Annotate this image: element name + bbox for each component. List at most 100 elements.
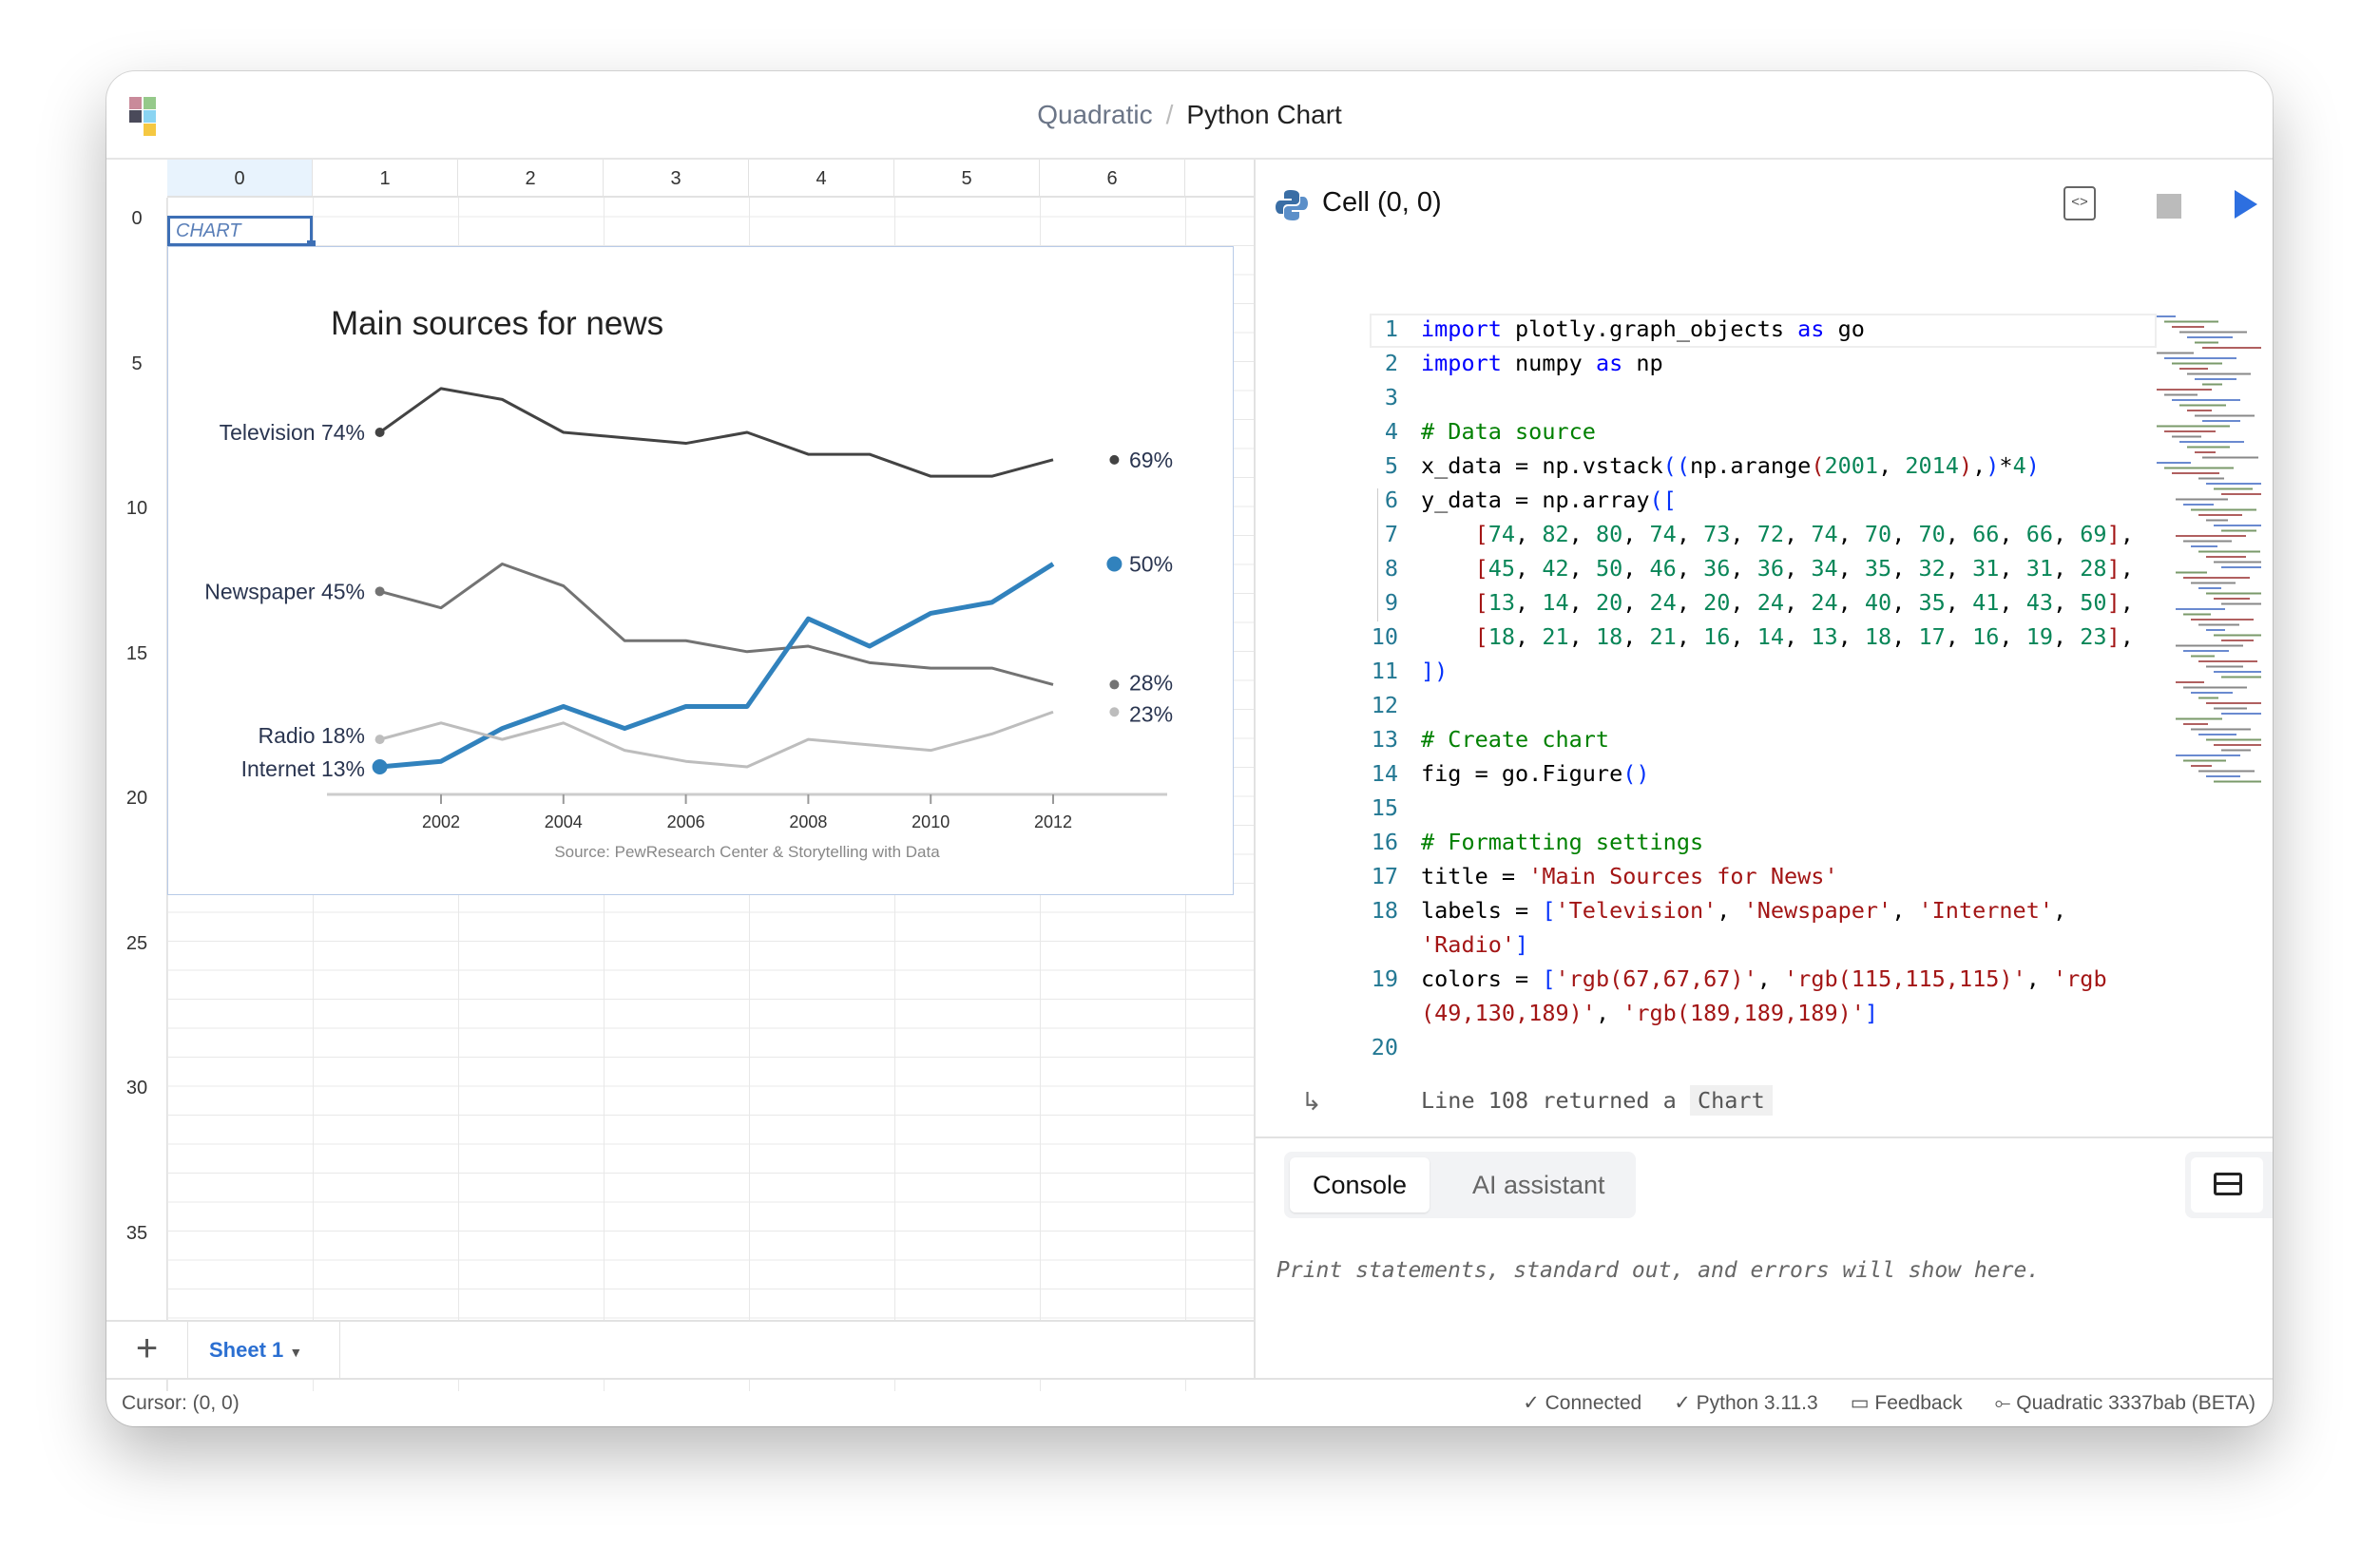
- code-line[interactable]: import plotly.graph_objects as go: [1421, 312, 1865, 346]
- minimap-line: [2172, 399, 2240, 401]
- column-header[interactable]: 3: [604, 160, 749, 198]
- console-divider[interactable]: [1256, 1136, 2273, 1138]
- series-end-label: 50%: [1129, 551, 1173, 576]
- code-line[interactable]: y_data = np.array([: [1421, 483, 1677, 517]
- row-header[interactable]: 25: [106, 933, 167, 955]
- column-header[interactable]: 0: [167, 160, 313, 198]
- minimap-line: [2202, 456, 2258, 459]
- code-line[interactable]: [74, 82, 80, 74, 73, 72, 74, 70, 70, 66,…: [1421, 517, 2134, 551]
- minimap-line: [2221, 566, 2261, 568]
- minimap-line: [2164, 393, 2198, 396]
- connection-status: ✓ Connected: [1523, 1392, 1642, 1414]
- series-end-label: 28%: [1129, 670, 1173, 695]
- layout-toggle: [2185, 1152, 2273, 1218]
- tab-console[interactable]: Console: [1290, 1157, 1430, 1213]
- code-line[interactable]: import numpy as np: [1421, 346, 1663, 380]
- code-line[interactable]: x_data = np.vstack((np.arange(2001, 2014…: [1421, 449, 2040, 483]
- code-line[interactable]: colors = ['rgb(67,67,67)', 'rgb(115,115,…: [1421, 962, 2107, 1030]
- chart-output[interactable]: Main sources for news 2002 2004 2006 2008 201…: [167, 246, 1234, 895]
- row-header[interactable]: 15: [106, 643, 167, 665]
- code-line[interactable]: fig = go.Figure(): [1421, 756, 1650, 791]
- run-icon[interactable]: [2235, 190, 2257, 219]
- code-line[interactable]: # Data source: [1421, 414, 1596, 449]
- row-header[interactable]: 0: [106, 208, 167, 230]
- cursor-cell[interactable]: CHART: [167, 216, 316, 249]
- sheet-tab[interactable]: Sheet 1 ▼: [188, 1322, 340, 1378]
- minimap-line: [2176, 717, 2222, 720]
- row-header[interactable]: 5: [106, 353, 167, 375]
- code-line[interactable]: labels = ['Television', 'Newspaper', 'In…: [1421, 893, 2066, 962]
- minimap-line: [2221, 602, 2261, 605]
- line-number: 2: [1384, 350, 1398, 376]
- column-headers[interactable]: 0123456: [167, 160, 1254, 198]
- code-line[interactable]: # Create chart: [1421, 722, 1609, 756]
- column-header[interactable]: 4: [749, 160, 894, 198]
- code-area[interactable]: 1 import plotly.graph_objects as go 2 impor…: [1303, 315, 2159, 1171]
- code-minimap[interactable]: [2157, 312, 2261, 825]
- breadcrumb-doc[interactable]: Python Chart: [1186, 100, 1341, 129]
- breadcrumb: Quadratic / Python Chart: [106, 100, 2273, 130]
- minimap-line: [2221, 749, 2251, 752]
- x-tick-label: 2008: [789, 812, 827, 831]
- minimap-line: [2195, 414, 2255, 417]
- minimap-line: [2183, 686, 2247, 689]
- row-header[interactable]: 10: [106, 498, 167, 520]
- code-line[interactable]: ]): [1421, 654, 1448, 688]
- line-number: 1: [1384, 315, 1398, 342]
- series-start-marker: [372, 758, 388, 774]
- feedback-icon: ▭: [1850, 1392, 1875, 1414]
- feedback-button[interactable]: ▭ Feedback: [1851, 1380, 1963, 1426]
- minimap-line: [2221, 640, 2254, 641]
- minimap-line: [2221, 529, 2256, 532]
- stop-icon[interactable]: [2157, 194, 2181, 219]
- column-header[interactable]: 6: [1040, 160, 1185, 198]
- minimap-line: [2164, 430, 2216, 432]
- status-items: ✓ Connected ✓ Python 3.11.3 ▭ Feedback ⟜…: [1523, 1380, 2255, 1426]
- minimap-line: [2206, 775, 2240, 777]
- minimap-line: [2176, 608, 2225, 610]
- row-headers[interactable]: 0 5 10 15 20 25 30 35: [106, 198, 167, 1391]
- column-header[interactable]: 5: [894, 160, 1040, 198]
- row-header[interactable]: 30: [106, 1078, 167, 1099]
- minimap-line: [2206, 483, 2261, 485]
- code-line[interactable]: [45, 42, 50, 46, 36, 36, 34, 35, 32, 31,…: [1421, 551, 2134, 585]
- version-info[interactable]: ⟜ Quadratic 3337bab (BETA): [1995, 1380, 2255, 1426]
- minimap-line: [2172, 326, 2204, 328]
- code-line[interactable]: title = 'Main Sources for News': [1421, 859, 1838, 893]
- line-number: 20: [1371, 1034, 1398, 1060]
- add-sheet-button[interactable]: +: [106, 1322, 188, 1378]
- breadcrumb-separator: /: [1165, 100, 1174, 129]
- minimap-line: [2187, 336, 2233, 338]
- horizontal-layout-button[interactable]: [2191, 1157, 2263, 1213]
- x-tick-label: 2010: [912, 812, 950, 831]
- tab-ai-assistant[interactable]: AI assistant: [1449, 1157, 1628, 1213]
- minimap-line: [2183, 504, 2214, 506]
- code-line[interactable]: [13, 14, 20, 24, 20, 24, 24, 40, 35, 41,…: [1421, 585, 2134, 620]
- minimap-line: [2157, 462, 2191, 464]
- row-header[interactable]: 20: [106, 788, 167, 810]
- breadcrumb-app[interactable]: Quadratic: [1037, 100, 1152, 129]
- series-end-marker: [1109, 679, 1120, 690]
- column-header[interactable]: 2: [458, 160, 604, 198]
- minimap-line: [2176, 754, 2240, 756]
- minimap-line: [2183, 723, 2208, 725]
- x-tick-label: 2004: [545, 812, 583, 831]
- minimap-line: [2198, 697, 2218, 699]
- chevron-down-icon[interactable]: ▼: [289, 1345, 302, 1360]
- snippets-icon[interactable]: <>: [2063, 186, 2096, 220]
- return-arrow-icon: ↳: [1301, 1087, 1322, 1116]
- series-line-television: [378, 387, 1054, 478]
- cell-title: Cell (0, 0): [1322, 187, 1442, 218]
- minimap-line: [2191, 728, 2251, 731]
- line-number: 12: [1371, 692, 1398, 718]
- code-line[interactable]: # Formatting settings: [1421, 825, 1703, 859]
- code-line[interactable]: [18, 21, 18, 21, 16, 14, 13, 18, 17, 16,…: [1421, 620, 2134, 654]
- minimap-line: [2187, 372, 2251, 375]
- minimap-line: [2198, 514, 2242, 516]
- cursor-position: Cursor: (0, 0): [122, 1392, 240, 1414]
- x-tick-label: 2012: [1034, 812, 1072, 831]
- row-header[interactable]: 35: [106, 1223, 167, 1245]
- return-message: Line 108 returned a Chart: [1421, 1085, 1773, 1116]
- minimap-line: [2214, 487, 2253, 490]
- column-header[interactable]: 1: [313, 160, 458, 198]
